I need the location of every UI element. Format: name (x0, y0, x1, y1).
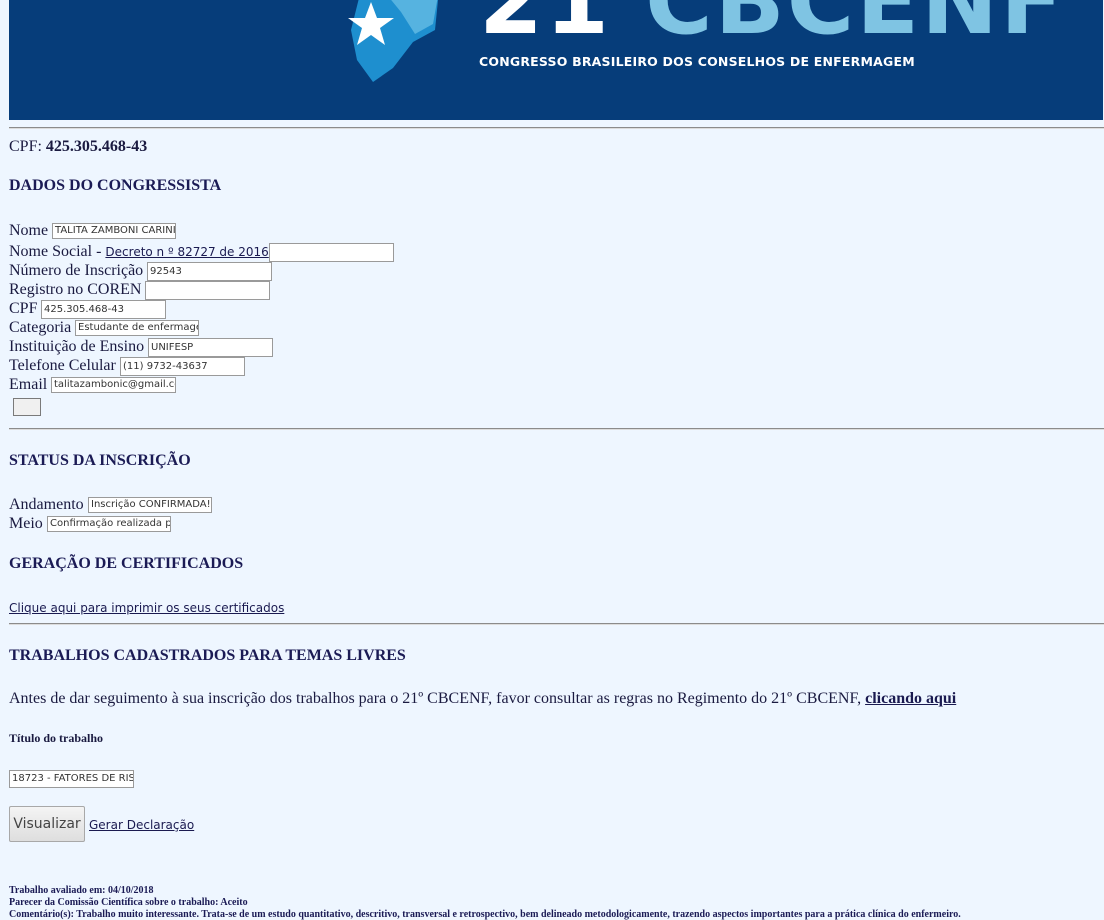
coren-field[interactable] (145, 281, 270, 300)
visualizar-button[interactable]: Visualizar (9, 806, 85, 842)
section-title-status: STATUS DA INSCRIÇÃO (9, 452, 191, 469)
parecer-text: Parecer da Comissão Científica sobre o t… (9, 897, 248, 908)
brazil-map-star-logo-icon (348, 0, 438, 82)
nome-social-text: Nome Social - (9, 243, 106, 260)
nome-field[interactable]: TALITA ZAMBONI CARINI (52, 223, 176, 239)
section-title-trabalhos: TRABALHOS CADASTRADOS PARA TEMAS LIVRES (9, 647, 406, 664)
cpf-label: CPF (9, 300, 38, 317)
rules-paragraph: Antes de dar seguimento à sua inscrição … (9, 690, 956, 708)
cpf-header: CPF: 425.305.468-43 (9, 138, 147, 156)
logo-number: 21 (479, 0, 612, 55)
cpf-header-label: CPF: (9, 138, 46, 155)
email-field[interactable]: talitazambonic@gmail.com (51, 377, 176, 393)
avaliado-text: Trabalho avaliado em: 04/10/2018 (9, 885, 154, 896)
cpf-field[interactable]: 425.305.468-43 (41, 300, 166, 319)
titulo-label: Título do trabalho (9, 731, 104, 745)
meio-field[interactable]: Confirmação realizada pelo (47, 516, 171, 532)
print-certificates-link[interactable]: Clique aqui para imprimir os seus certif… (9, 601, 284, 615)
section-title-congressista: DADOS DO CONGRESSISTA (9, 177, 222, 194)
nome-label: Nome (9, 222, 49, 239)
gerar-declaracao-link[interactable]: Gerar Declaração (89, 818, 194, 832)
instituicao-label: Instituição de Ensino (9, 338, 145, 355)
meio-label: Meio (9, 515, 43, 532)
logo-wordmark: 21 CBCENF (479, 0, 1065, 48)
inscricao-field[interactable]: 92543 (147, 262, 272, 281)
empty-button[interactable] (13, 398, 41, 416)
header-banner: 21 CBCENF CONGRESSO BRASILEIRO DOS CONSE… (9, 0, 1103, 120)
nome-social-field[interactable] (269, 243, 394, 262)
rules-link[interactable]: clicando aqui (865, 690, 956, 707)
andamento-label: Andamento (9, 496, 84, 513)
email-label: Email (9, 376, 48, 393)
categoria-field[interactable]: Estudante de enfermagem (75, 320, 199, 336)
categoria-label: Categoria (9, 319, 72, 336)
cpf-header-value: 425.305.468-43 (45, 138, 148, 155)
divider (9, 623, 1104, 625)
divider (9, 428, 1104, 430)
logo-subtitle: CONGRESSO BRASILEIRO DOS CONSELHOS DE EN… (479, 54, 915, 69)
titulo-select[interactable]: 18723 - FATORES DE RISCO (9, 770, 134, 788)
divider (9, 127, 1104, 129)
andamento-field[interactable]: Inscrição CONFIRMADA! - (88, 497, 212, 513)
decreto-link[interactable]: Decreto n º 82727 de 2016 (105, 245, 268, 259)
nome-social-label: Nome Social - Decreto n º 82727 de 2016 (9, 243, 269, 261)
coren-label: Registro no COREN (9, 281, 142, 298)
section-title-certificados: GERAÇÃO DE CERTIFICADOS (9, 555, 244, 572)
comentario-text: Comentário(s): Trabalho muito interessan… (9, 909, 961, 920)
logo-brand: CBCENF (645, 0, 1065, 55)
telefone-label: Telefone Celular (9, 357, 116, 374)
telefone-field[interactable]: (11) 9732-43637 (120, 357, 245, 376)
instituicao-field[interactable]: UNIFESP (148, 338, 273, 357)
rules-text: Antes de dar seguimento à sua inscrição … (9, 690, 866, 707)
inscricao-label: Número de Inscrição (9, 262, 144, 279)
